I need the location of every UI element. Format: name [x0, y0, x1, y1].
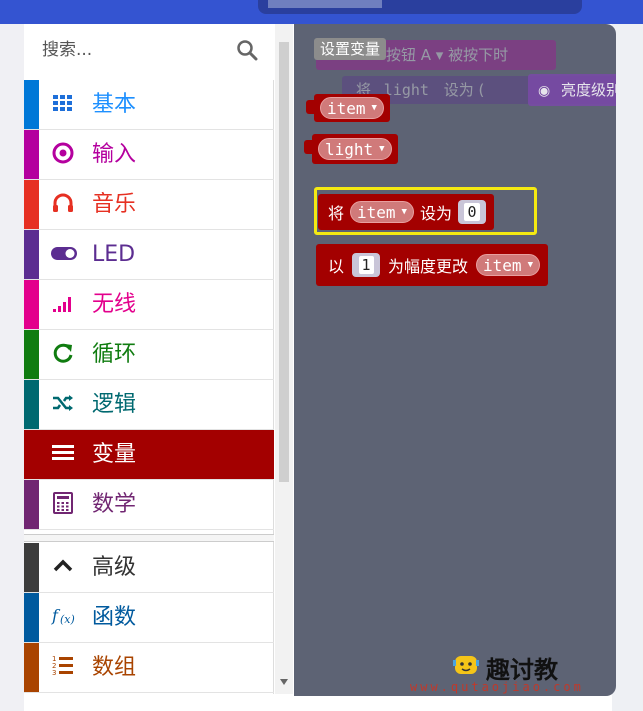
toolbox-category-11[interactable]: 1 2 3 数组: [24, 643, 274, 693]
category-color-stripe: [24, 380, 39, 429]
change-variable-dropdown[interactable]: item ▼: [476, 254, 540, 276]
grid-icon: [50, 91, 76, 117]
toolbox-category-0[interactable]: 基本: [24, 80, 274, 130]
category-label: 音乐: [92, 192, 137, 217]
ghost-row2-mid: 设为 (: [443, 81, 485, 99]
refresh-icon: [50, 341, 76, 367]
block-output-tab: [304, 140, 314, 154]
watermark: 趣讨教 www.qutaojiao.com: [410, 648, 615, 700]
change-value: 1: [358, 256, 374, 274]
change-mid: 为幅度更改: [388, 257, 469, 276]
variable-dropdown[interactable]: light ▼: [318, 138, 392, 160]
toolbox-search: [24, 24, 274, 80]
category-color-stripe: [24, 130, 39, 179]
svg-text:3: 3: [52, 669, 56, 677]
category-color-stripe: [24, 643, 39, 692]
toolbox-category-4[interactable]: 无线: [24, 280, 274, 330]
variable-dropdown[interactable]: item ▼: [320, 97, 384, 119]
ghost-row1-text: 按钮 A ▾ 被按下时: [386, 46, 509, 64]
variable-name: light: [325, 139, 374, 159]
variable-name: item: [327, 98, 366, 118]
category-color-stripe: [24, 543, 39, 592]
numbered-list-icon: 123: [50, 654, 76, 680]
category-label: 变量: [92, 442, 137, 467]
toolbox-category-5[interactable]: 循环: [24, 330, 274, 380]
toolbox: 基本输入音乐 LED 无线循环逻辑变量数学 高级 f(x) 函数 123 数组: [24, 24, 274, 694]
top-menu-bar: [0, 0, 643, 24]
category-label: 函数: [92, 605, 137, 630]
toolbox-category-10[interactable]: f (x) 函数: [24, 593, 274, 643]
category-color-stripe: [24, 430, 39, 479]
category-color-stripe: [24, 593, 39, 642]
category-label: 逻辑: [92, 392, 137, 417]
category-color-stripe: [24, 180, 39, 229]
variable-block-light[interactable]: light ▼: [304, 134, 398, 164]
workspace-right-edge: [612, 24, 643, 711]
category-color-stripe: [24, 280, 39, 329]
toolbox-scrollbar[interactable]: [275, 24, 293, 694]
toolbox-category-8[interactable]: 数学: [24, 480, 274, 530]
category-color-stripe: [24, 230, 39, 279]
toolbox-category-7[interactable]: 变量: [24, 430, 274, 480]
svg-text:(x): (x): [60, 613, 75, 626]
change-value-input[interactable]: 1: [352, 253, 381, 277]
ghost-brightness-block: ◉ 亮度级别: [528, 74, 616, 106]
headphones-icon: [50, 191, 76, 217]
dropdown-caret-icon: ▼: [371, 103, 377, 113]
toolbox-category-6[interactable]: 逻辑: [24, 380, 274, 430]
category-color-stripe: [24, 480, 39, 529]
dropdown-caret-icon: ▼: [527, 260, 533, 270]
top-tab-strip: [258, 0, 582, 14]
qutaojiao-logo-icon: [453, 656, 479, 674]
top-tab-indicator: [268, 0, 382, 8]
list-lines-icon: [50, 441, 76, 467]
toggle-icon: [50, 241, 77, 267]
category-label: 输入: [92, 142, 137, 167]
category-label: 数学: [92, 492, 137, 517]
change-variable-name: item: [483, 255, 522, 275]
category-label: 循环: [92, 342, 137, 367]
watermark-url: www.qutaojiao.com: [410, 680, 584, 694]
toolbox-category-3[interactable]: LED: [24, 230, 274, 280]
category-label: 无线: [92, 292, 137, 317]
change-prefix: 以: [328, 257, 345, 276]
scrollbar-thumb[interactable]: [279, 42, 289, 482]
block-output-tab: [306, 100, 316, 114]
ghost-row2-var: light: [383, 81, 429, 99]
target-icon: [50, 141, 76, 167]
category-label: 数组: [92, 655, 137, 680]
toolbox-category-2[interactable]: 音乐: [24, 180, 274, 230]
dropdown-caret-icon: ▼: [379, 144, 385, 154]
blocks-flyout: 按钮 A ▾ 被按下时 将 light 设为 ( ◉ 亮度级别 设置变量 ite…: [294, 24, 616, 696]
search-input[interactable]: [42, 38, 222, 62]
toolbox-category-9[interactable]: 高级: [24, 543, 274, 593]
toolbox-category-1[interactable]: 输入: [24, 130, 274, 180]
workspace-left-edge: [0, 24, 24, 711]
selected-block-highlight: [314, 187, 537, 235]
ghost-row2-tail: 亮度级别: [561, 81, 616, 99]
function-icon: f (x): [50, 604, 76, 630]
shuffle-icon: [50, 391, 76, 417]
category-color-stripe: [24, 80, 39, 129]
category-color-stripe: [24, 330, 39, 379]
change-variable-block[interactable]: 以 1 为幅度更改 item ▼: [316, 244, 548, 286]
search-icon[interactable]: [236, 39, 258, 61]
toolbox-separator: [24, 534, 274, 542]
brightness-icon: ◉: [538, 83, 551, 99]
category-label: 基本: [92, 92, 137, 117]
category-label: LED: [92, 242, 136, 267]
signal-bars-icon: [50, 291, 76, 317]
scroll-down-arrow-icon[interactable]: [280, 679, 288, 685]
chevron-up-icon: [50, 554, 76, 580]
calculator-icon: [50, 491, 76, 517]
variable-block-item[interactable]: item ▼: [306, 94, 390, 122]
category-label: 高级: [92, 555, 137, 580]
flyout-heading[interactable]: 设置变量: [314, 38, 387, 60]
